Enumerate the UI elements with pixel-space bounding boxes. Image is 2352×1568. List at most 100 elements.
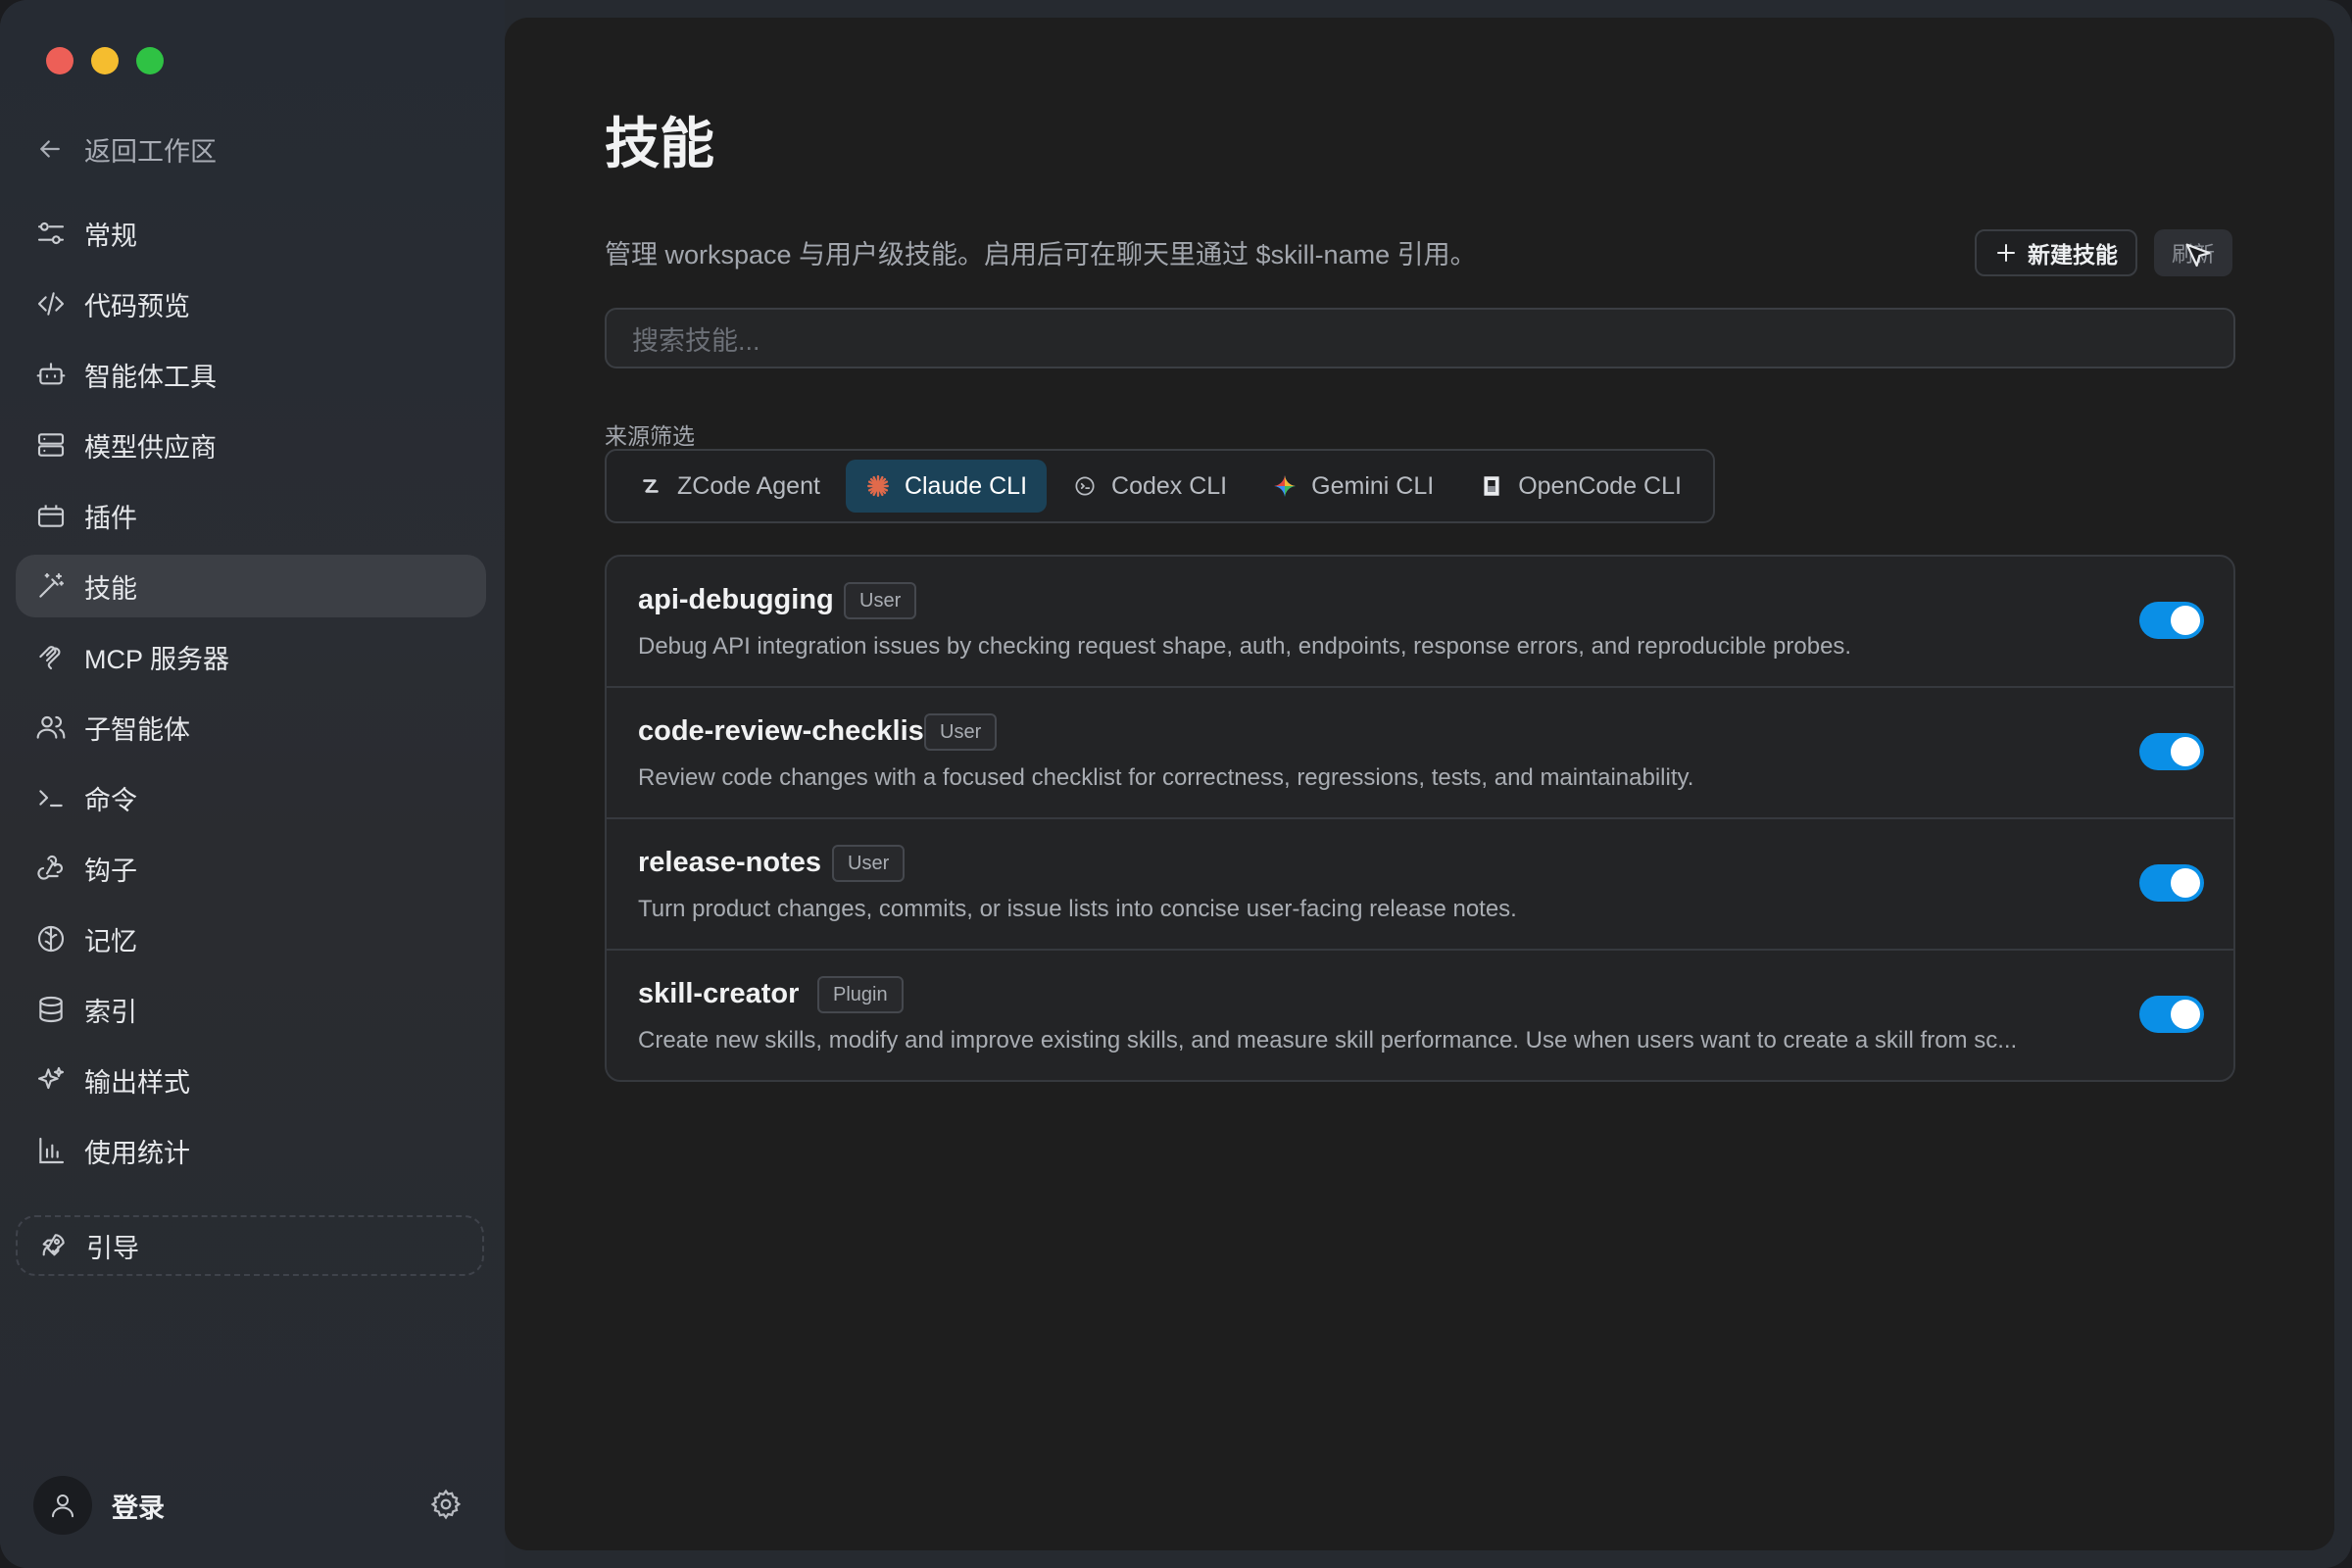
server-icon (37, 433, 65, 457)
minimize-window-button[interactable] (91, 47, 119, 74)
sidebar-item-general[interactable]: 常规 (16, 202, 486, 265)
new-skill-button[interactable]: 新建技能 (1975, 229, 2137, 276)
source-badge: User (832, 845, 906, 882)
sidebar-item-label: 插件 (84, 503, 137, 533)
source-badge: User (844, 582, 917, 619)
sidebar-item-commands[interactable]: 命令 (16, 766, 486, 829)
sparkles-icon (37, 1066, 65, 1090)
sidebar-item-label: MCP 服务器 (84, 644, 230, 674)
filter-label: 来源筛选 (605, 423, 695, 449)
close-window-button[interactable] (46, 47, 74, 74)
webhook-icon (37, 855, 64, 880)
window-controls (46, 47, 164, 74)
filter-claude-cli[interactable]: Claude CLI (845, 460, 1048, 513)
sidebar-item-label: 常规 (84, 220, 137, 251)
sidebar-item-index[interactable]: 索引 (16, 978, 486, 1041)
filter-label-text: Claude CLI (904, 471, 1028, 500)
search-placeholder: 搜索技能... (632, 325, 760, 356)
plus-icon (1997, 244, 2015, 262)
sidebar-item-label: 模型供应商 (84, 432, 217, 463)
source-badge: User (924, 713, 998, 751)
sidebar-item-plugins[interactable]: 插件 (16, 484, 486, 547)
list-item: api-debugging User Debug API integration… (607, 557, 2233, 688)
avatar[interactable] (33, 1476, 92, 1535)
source-filter-group: ZCode Agent Claude CLI Codex CLI Gemini … (605, 449, 1715, 523)
sidebar-item-label: 输出样式 (84, 1067, 190, 1098)
skill-description: Create new skills, modify and improve ex… (638, 1027, 2018, 1054)
refresh-button[interactable]: 刷新 (2154, 229, 2232, 276)
sidebar-item-skills[interactable]: 技能 (16, 555, 486, 617)
settings-button[interactable] (429, 1488, 465, 1523)
gear-icon (430, 1489, 462, 1520)
skill-name: release-notes (638, 847, 821, 878)
brain-icon (37, 925, 65, 953)
page-subtitle: 管理 workspace 与用户级技能。启用后可在聊天里通过 $skill-na… (605, 240, 1477, 270)
user-icon (52, 1494, 74, 1518)
sidebar-item-label: 命令 (84, 785, 137, 815)
skill-name: skill-creator (638, 978, 800, 1009)
skill-description: Debug API integration issues by checking… (638, 633, 1852, 660)
sidebar-item-label: 钩子 (84, 856, 137, 886)
filter-zcode-agent[interactable]: ZCode Agent (618, 460, 840, 513)
toggle-knob (2171, 868, 2200, 898)
terminal-icon (39, 790, 63, 808)
back-label: 返回工作区 (84, 136, 217, 167)
filter-codex-cli[interactable]: Codex CLI (1053, 460, 1247, 513)
sidebar-item-output-styles[interactable]: 输出样式 (16, 1049, 486, 1111)
sidebar-item-memory[interactable]: 记忆 (16, 907, 486, 970)
filter-label-text: Codex CLI (1111, 471, 1228, 500)
code-icon (37, 292, 65, 316)
filter-gemini-cli[interactable]: Gemini CLI (1252, 460, 1453, 513)
sidebar-item-mcp-servers[interactable]: MCP 服务器 (16, 625, 486, 688)
search-input[interactable]: 搜索技能... (605, 308, 2235, 368)
sidebar-item-label: 技能 (84, 573, 137, 604)
sidebar-item-label: 智能体工具 (84, 362, 217, 392)
zoom-window-button[interactable] (136, 47, 164, 74)
sidebar-item-guide[interactable]: 引导 (16, 1215, 484, 1276)
sidebar-item-usage-stats[interactable]: 使用统计 (16, 1119, 486, 1182)
skill-description: Turn product changes, commits, or issue … (638, 896, 1517, 922)
toggle-knob (2171, 606, 2200, 635)
opencode-icon (1484, 476, 1499, 496)
filter-label-text: ZCode Agent (677, 471, 820, 500)
sidebar-footer: 登录 (33, 1476, 465, 1535)
mcp-icon (39, 646, 61, 670)
toggle-knob (2171, 1000, 2200, 1029)
back-to-workspace-link[interactable]: 返回工作区 (35, 127, 217, 171)
users-icon (36, 715, 66, 739)
sidebar-item-agent-tools[interactable]: 智能体工具 (16, 343, 486, 406)
sidebar-item-hooks[interactable]: 钩子 (16, 837, 486, 900)
database-icon (39, 996, 63, 1023)
skill-enable-toggle[interactable] (2139, 864, 2204, 902)
login-button[interactable]: 登录 (112, 1487, 165, 1525)
skill-enable-toggle[interactable] (2139, 733, 2204, 770)
filter-label-text: OpenCode CLI (1518, 471, 1682, 500)
guide-label: 引导 (86, 1233, 139, 1263)
new-skill-label: 新建技能 (2028, 242, 2118, 268)
wand-icon (39, 572, 65, 598)
sidebar-item-model-providers[interactable]: 模型供应商 (16, 414, 486, 476)
source-badge: Plugin (817, 976, 904, 1013)
skill-enable-toggle[interactable] (2139, 996, 2204, 1033)
filter-label-text: Gemini CLI (1311, 471, 1435, 500)
app-window: 返回工作区 常规 代码预览 智能体工具 模型供应商 插件 技能 MCP 服务器 … (0, 0, 2352, 1568)
main-panel: 技能 管理 workspace 与用户级技能。启用后可在聊天里通过 $skill… (505, 18, 2334, 1550)
sidebar-item-subagents[interactable]: 子智能体 (16, 696, 486, 759)
arrow-left-icon (40, 140, 60, 158)
sidebar-item-label: 记忆 (84, 926, 137, 956)
sidebar-item-code-preview[interactable]: 代码预览 (16, 272, 486, 335)
filter-opencode-cli[interactable]: OpenCode CLI (1459, 460, 1701, 513)
toggle-knob (2171, 737, 2200, 766)
gemini-icon (1274, 475, 1296, 497)
sidebar: 返回工作区 常规 代码预览 智能体工具 模型供应商 插件 技能 MCP 服务器 … (0, 0, 505, 1568)
page-title: 技能 (605, 113, 714, 174)
sidebar-item-label: 使用统计 (84, 1138, 190, 1168)
skill-enable-toggle[interactable] (2139, 602, 2204, 639)
plugin-icon (37, 505, 65, 527)
mouse-pointer-icon (2185, 243, 2211, 268)
skill-description: Review code changes with a focused check… (638, 764, 1694, 791)
sidebar-nav: 常规 代码预览 智能体工具 模型供应商 插件 技能 MCP 服务器 子智能体 命… (16, 202, 486, 1190)
sidebar-item-label: 子智能体 (84, 714, 190, 745)
sidebar-item-label: 索引 (84, 997, 137, 1027)
list-item: release-notes User Turn product changes,… (607, 819, 2233, 951)
